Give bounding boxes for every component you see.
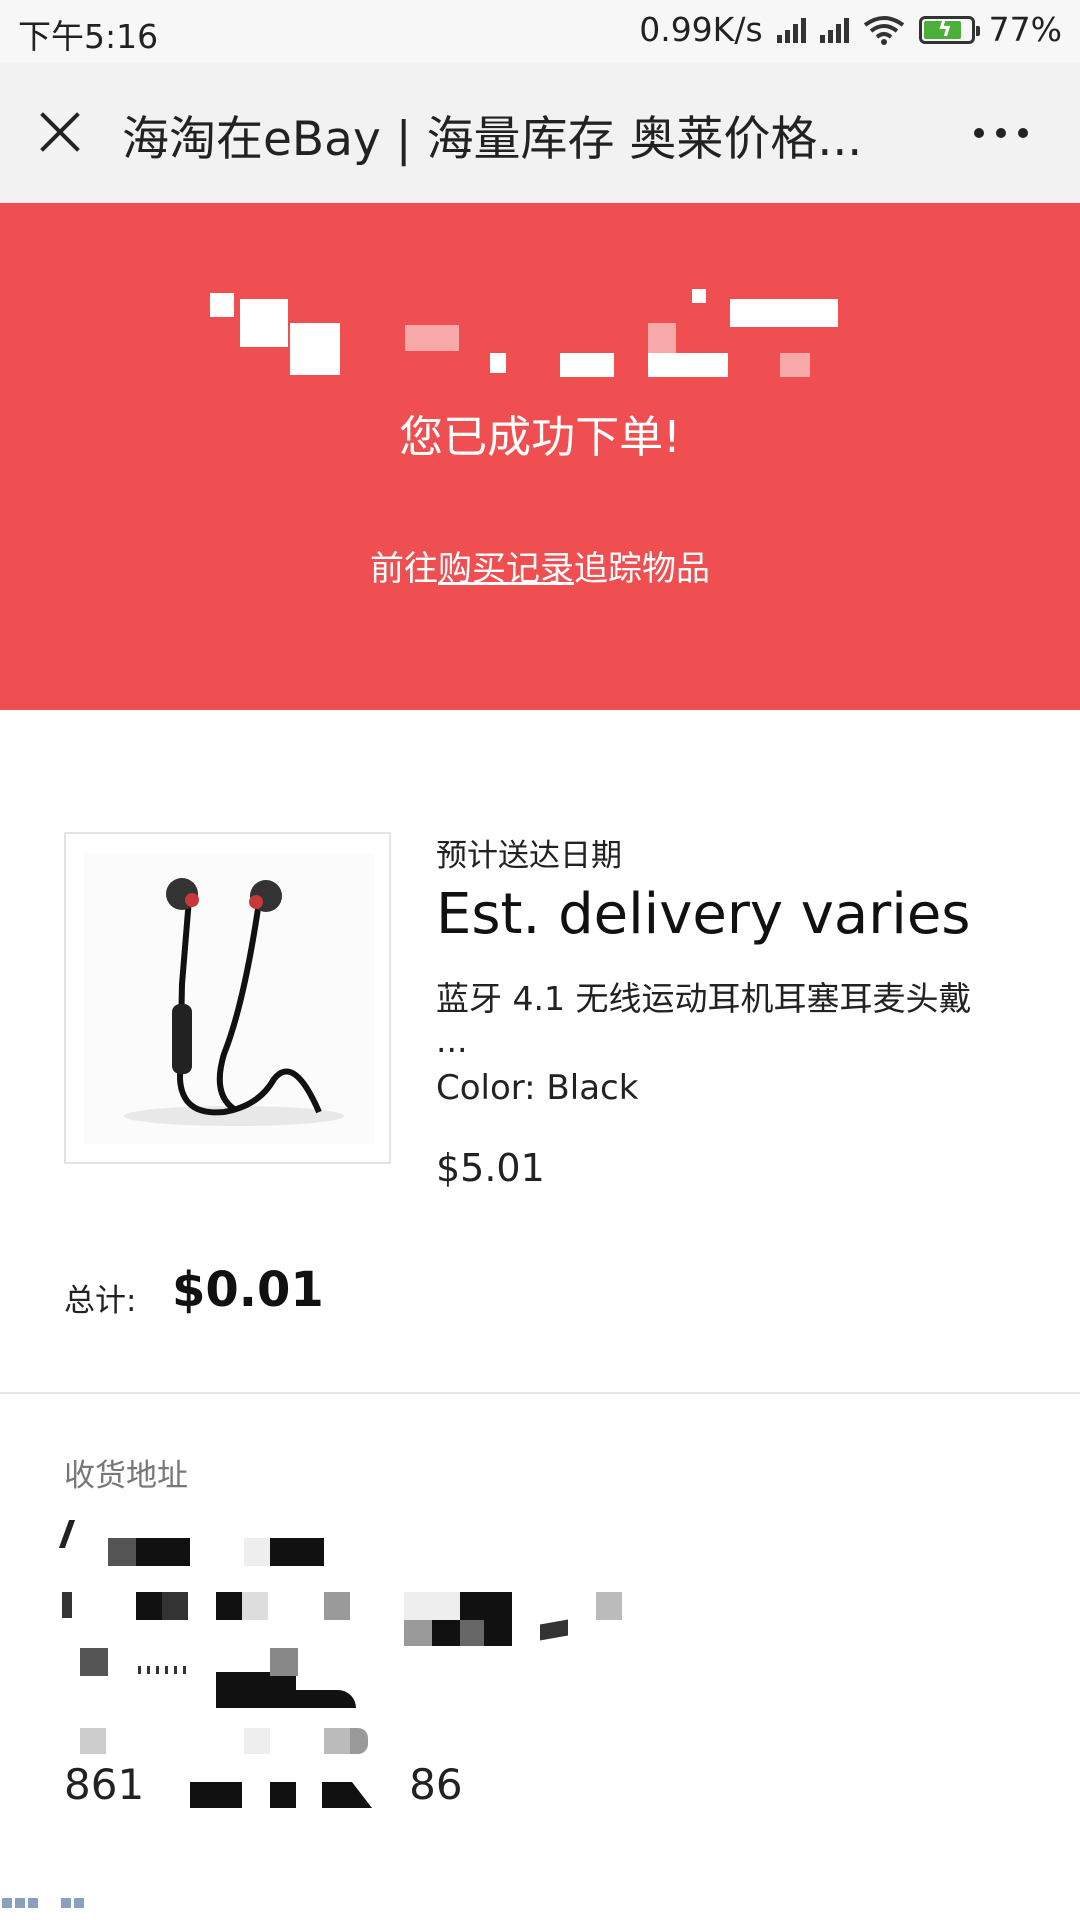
- shipping-address-label: 收货地址: [64, 1458, 188, 1494]
- title-bar: 海淘在eBay | 海量库存 奥莱价格...: [0, 62, 1080, 203]
- watermark: [2, 1898, 84, 1908]
- status-right: 0.99K/s ϟ 77%: [639, 10, 1062, 49]
- total-value: $0.01: [172, 1262, 324, 1318]
- battery-percent: 77%: [988, 10, 1062, 49]
- item-thumbnail[interactable]: [64, 832, 391, 1164]
- total-label: 总计:: [64, 1283, 137, 1319]
- track-purchase-text: 前往购买记录追踪物品: [370, 549, 710, 589]
- page-title: 海淘在eBay | 海量库存 奥莱价格...: [122, 112, 863, 167]
- delivery-label: 预计送达日期: [436, 838, 622, 874]
- item-title[interactable]: 蓝牙 4.1 无线运动耳机耳塞耳麦头戴 ...: [436, 978, 1016, 1062]
- delivery-value: Est. delivery varies: [436, 882, 971, 947]
- purchase-history-link[interactable]: 购买记录: [438, 549, 574, 589]
- wifi-icon: [863, 15, 904, 45]
- item-price: $5.01: [436, 1146, 545, 1190]
- status-bar: 下午5:16 0.99K/s ϟ 77%: [0, 0, 1080, 62]
- earphones-image: [84, 854, 374, 1144]
- address-phone: 861 86: [64, 1760, 463, 1809]
- net-speed: 0.99K/s: [639, 10, 763, 49]
- signal-icon: [776, 17, 806, 43]
- status-time: 下午5:16: [18, 17, 159, 56]
- order-success-banner: 您已成功下单! 前往购买记录追踪物品: [0, 203, 1080, 710]
- close-icon[interactable]: [32, 104, 88, 160]
- order-success-text: 您已成功下单!: [399, 412, 681, 463]
- signal-icon: [819, 17, 849, 43]
- more-icon[interactable]: [974, 128, 1028, 138]
- section-divider: [0, 1392, 1080, 1394]
- battery-charging-icon: ϟ: [918, 15, 980, 44]
- item-color: Color: Black: [436, 1068, 639, 1108]
